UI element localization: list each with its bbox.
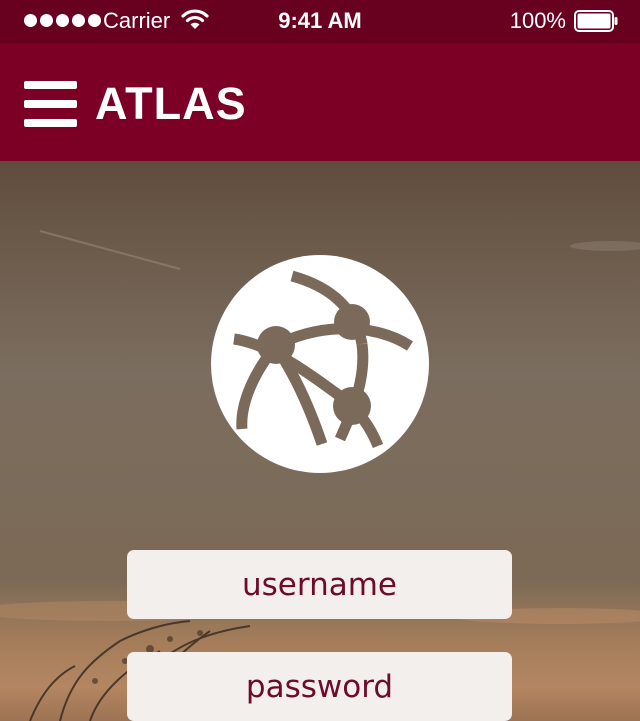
app-title: ATLAS bbox=[95, 78, 247, 129]
status-bar: Carrier 9:41 AM 100% bbox=[0, 0, 640, 43]
battery-icon bbox=[574, 10, 618, 32]
login-screen: Carrier 9:41 AM 100% ATLAS bbox=[0, 0, 640, 721]
username-input[interactable] bbox=[127, 550, 512, 619]
hamburger-menu-icon[interactable] bbox=[24, 81, 78, 127]
password-input[interactable] bbox=[127, 652, 512, 721]
network-globe-icon bbox=[211, 255, 429, 473]
battery-percentage: 100% bbox=[509, 8, 566, 33]
navigation-bar: ATLAS bbox=[0, 43, 640, 161]
